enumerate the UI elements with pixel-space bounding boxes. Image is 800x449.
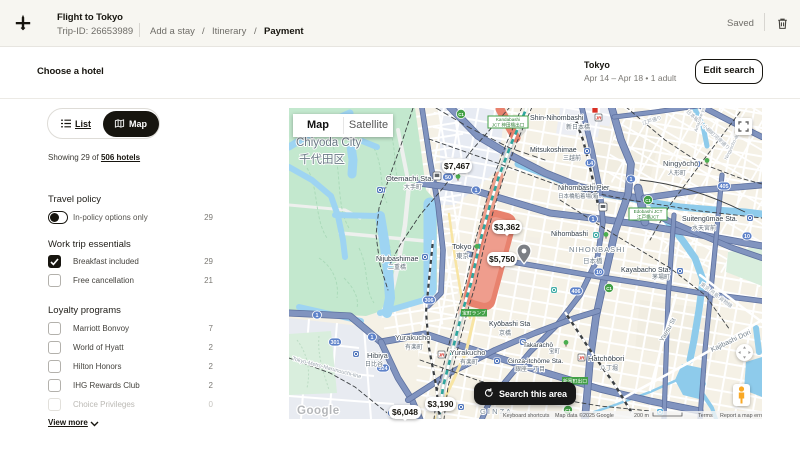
svg-text:301: 301 <box>331 340 340 346</box>
svg-text:JR: JR <box>439 352 446 357</box>
svg-text:新日本橋: 新日本橋 <box>566 123 590 131</box>
svg-text:Yurakucho: Yurakucho <box>395 333 430 342</box>
svg-text:三越前: 三越前 <box>563 154 581 162</box>
svg-text:江戸橋JCT: 江戸橋JCT <box>637 213 659 220</box>
svg-text:10: 10 <box>744 234 750 240</box>
svg-text:JCT 神田橋出口: JCT 神田橋出口 <box>492 121 525 128</box>
svg-text:千代田区: 千代田区 <box>299 153 345 166</box>
svg-text:Edobashi JCT: Edobashi JCT <box>634 209 663 214</box>
svg-text:C1: C1 <box>645 198 651 203</box>
svg-text:Kandabashi: Kandabashi <box>496 117 520 122</box>
svg-text:50: 50 <box>445 175 451 181</box>
svg-text:C1: C1 <box>606 286 612 291</box>
svg-text:Ningyōchō: Ningyōchō <box>663 159 698 168</box>
svg-text:200 m: 200 m <box>634 413 649 419</box>
svg-text:306: 306 <box>425 298 434 304</box>
svg-text:人形町: 人形町 <box>668 169 686 177</box>
svg-text:Nihombashi Pier: Nihombashi Pier <box>558 185 610 192</box>
svg-text:406: 406 <box>572 289 581 295</box>
svg-text:Takarachō: Takarachō <box>523 342 553 349</box>
svg-text:Yurakucho: Yurakucho <box>450 348 485 357</box>
svg-text:1: 1 <box>371 335 374 341</box>
svg-text:Terms: Terms <box>698 413 713 419</box>
svg-text:Google: Google <box>297 405 340 417</box>
svg-text:大手町: 大手町 <box>404 183 422 191</box>
svg-text:1: 1 <box>475 188 478 194</box>
svg-text:NIHONBASHI: NIHONBASHI <box>569 245 626 254</box>
svg-text:八丁堀: 八丁堀 <box>600 364 618 372</box>
svg-text:Keyboard shortcuts: Keyboard shortcuts <box>503 413 550 419</box>
svg-text:Mitsukoshimae: Mitsukoshimae <box>530 147 577 154</box>
svg-text:Map data ©2025 Google: Map data ©2025 Google <box>555 412 614 419</box>
svg-text:Hibiya: Hibiya <box>367 351 389 360</box>
svg-text:L4: L4 <box>587 161 593 167</box>
svg-text:Tokyo: Tokyo <box>452 242 472 251</box>
svg-text:Chiyoda City: Chiyoda City <box>296 137 361 149</box>
svg-text:Ginza-itchōme Sta.: Ginza-itchōme Sta. <box>508 358 563 365</box>
svg-text:405: 405 <box>720 184 729 190</box>
svg-text:有楽町: 有楽町 <box>460 358 478 366</box>
svg-text:C1: C1 <box>458 112 464 117</box>
svg-text:水天宮前: 水天宮前 <box>692 224 716 232</box>
svg-text:銀座一丁目: 銀座一丁目 <box>515 365 545 373</box>
svg-text:JR: JR <box>596 115 603 120</box>
svg-text:日比谷: 日比谷 <box>365 360 383 368</box>
svg-text:1: 1 <box>316 313 319 319</box>
svg-text:JR: JR <box>579 355 586 360</box>
svg-text:Hatchōbori: Hatchōbori <box>588 354 625 363</box>
svg-text:有楽町: 有楽町 <box>405 343 423 351</box>
svg-text:日本橋船着場(箱...: 日本橋船着場(箱... <box>558 192 603 200</box>
svg-text:1: 1 <box>592 217 595 223</box>
svg-text:宝町ランプ: 宝町ランプ <box>462 310 486 317</box>
svg-text:Kayabacho Sta.: Kayabacho Sta. <box>621 267 670 274</box>
svg-text:Shin-Nihombashi: Shin-Nihombashi <box>530 115 584 122</box>
svg-text:10: 10 <box>596 270 602 276</box>
svg-text:宝町: 宝町 <box>549 347 561 355</box>
svg-text:Nihombashi: Nihombashi <box>551 231 588 238</box>
svg-text:Nijubashimae: Nijubashimae <box>376 256 419 263</box>
svg-text:Otemachi Sta.: Otemachi Sta. <box>386 174 434 183</box>
svg-text:Report a map error: Report a map error <box>720 413 762 419</box>
svg-text:京橋: 京橋 <box>499 329 511 337</box>
svg-text:二重橋: 二重橋 <box>388 263 406 271</box>
svg-text:Kyōbashi Sta: Kyōbashi Sta <box>489 321 530 328</box>
svg-text:東京: 東京 <box>456 251 470 260</box>
svg-text:Suitengūmae Sta.: Suitengūmae Sta. <box>682 216 738 223</box>
svg-text:1: 1 <box>630 177 633 183</box>
svg-text:茅場町: 茅場町 <box>652 273 670 281</box>
svg-text:日本橋: 日本橋 <box>583 256 603 265</box>
